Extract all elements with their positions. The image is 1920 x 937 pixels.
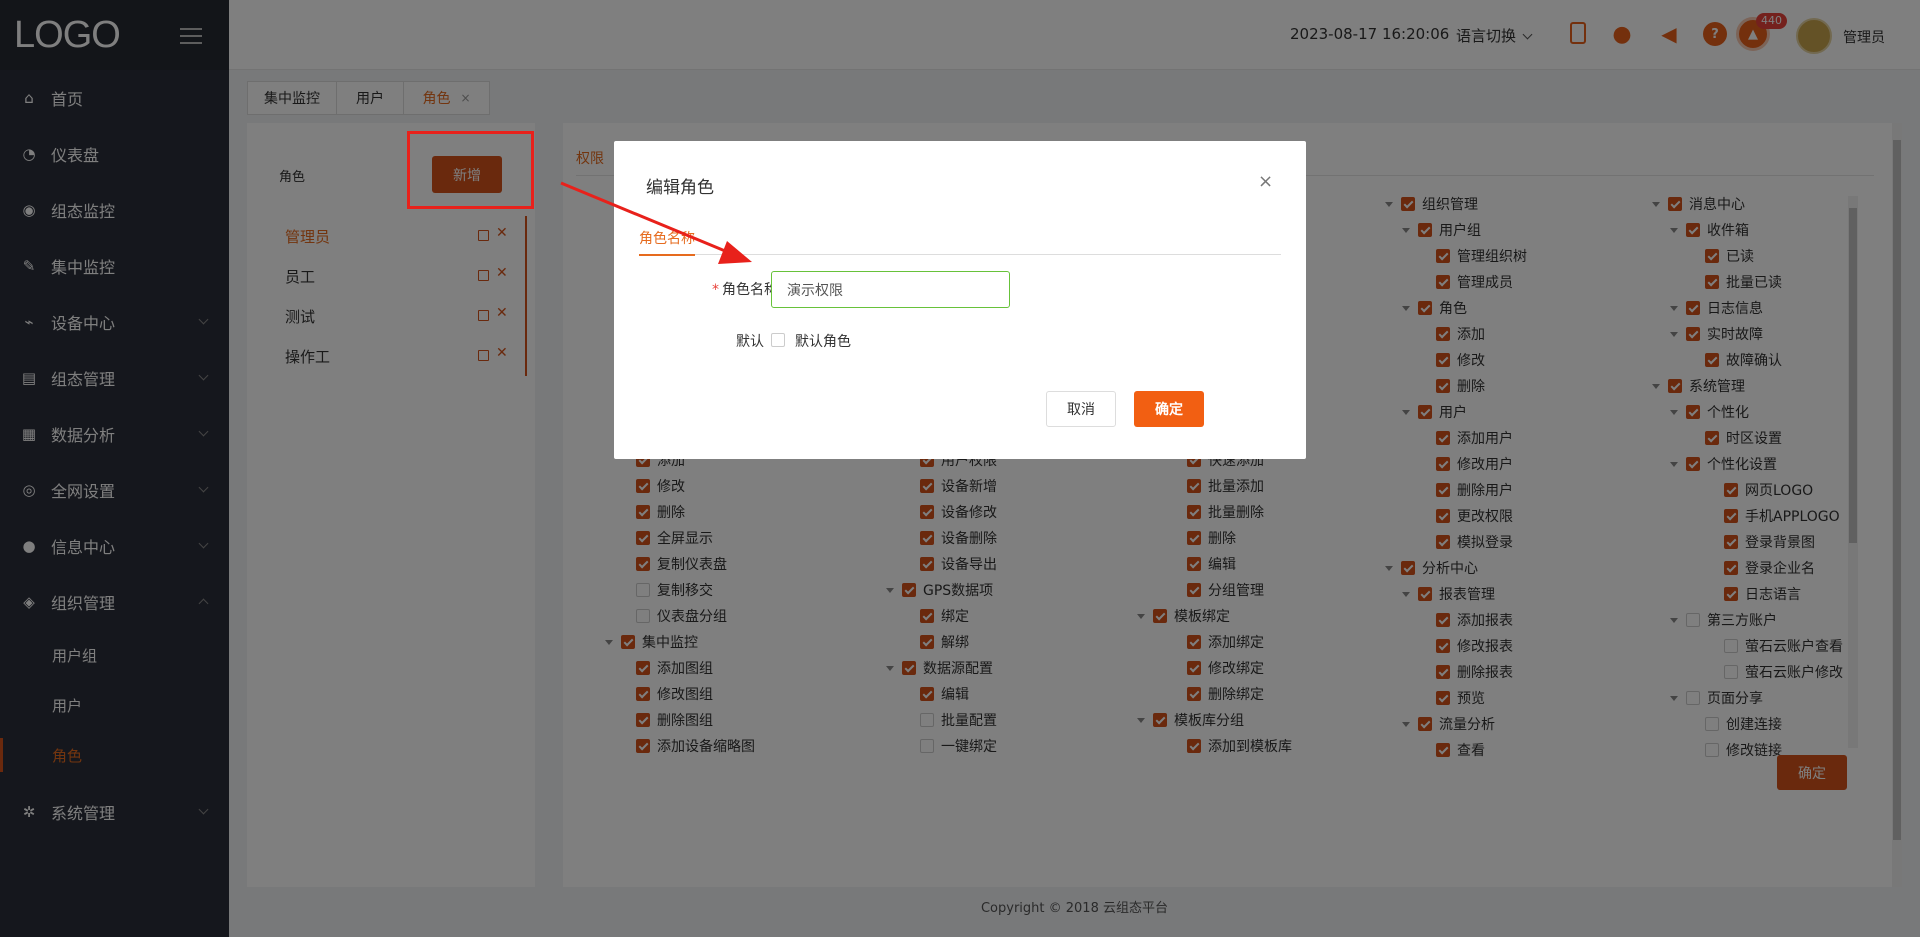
annotation-arrow: [560, 181, 752, 264]
